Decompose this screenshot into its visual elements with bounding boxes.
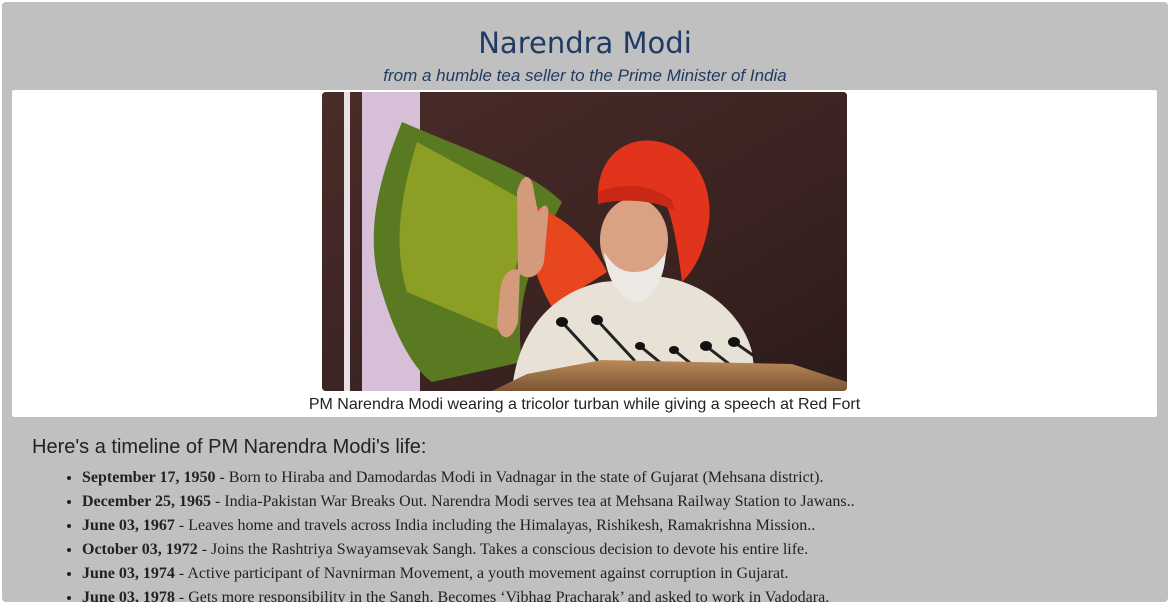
timeline-date: June 03, 1967 xyxy=(82,517,175,534)
timeline-date: September 17, 1950 xyxy=(82,469,216,486)
timeline-item: June 03, 1974 - Active participant of Na… xyxy=(82,562,1168,586)
timeline-text: - Joins the Rashtriya Swayamsevak Sangh.… xyxy=(197,541,809,558)
tribute-page: Narendra Modi from a humble tea seller t… xyxy=(2,2,1168,602)
timeline-date: June 03, 1974 xyxy=(82,565,175,582)
timeline-date: June 03, 1978 xyxy=(82,589,175,602)
timeline-section: Here's a timeline of PM Narendra Modi's … xyxy=(32,434,1168,602)
timeline-item: December 25, 1965 - India-Pakistan War B… xyxy=(82,490,1168,514)
timeline-text: - Born to Hiraba and Damodardas Modi in … xyxy=(215,469,824,486)
timeline-date: October 03, 1972 xyxy=(82,541,198,558)
page-subtitle: from a humble tea seller to the Prime Mi… xyxy=(383,66,787,85)
timeline-item: June 03, 1967 - Leaves home and travels … xyxy=(82,514,1168,538)
timeline-text: - Leaves home and travels across India i… xyxy=(174,517,816,534)
page-title: Narendra Modi xyxy=(478,26,692,60)
timeline-text: - Active participant of Navnirman Moveme… xyxy=(174,565,789,582)
timeline-list: September 17, 1950 - Born to Hiraba and … xyxy=(32,466,1168,602)
image-figure: PM Narendra Modi wearing a tricolor turb… xyxy=(12,90,1157,417)
tribute-photo xyxy=(322,92,847,391)
page-header: Narendra Modi from a humble tea seller t… xyxy=(2,2,1168,89)
timeline-heading: Here's a timeline of PM Narendra Modi's … xyxy=(32,436,427,458)
timeline-text: - Gets more responsibility in the Sangh.… xyxy=(174,589,830,602)
timeline-item: September 17, 1950 - Born to Hiraba and … xyxy=(82,466,1168,490)
timeline-date: December 25, 1965 xyxy=(82,493,211,510)
timeline-item: October 03, 1972 - Joins the Rashtriya S… xyxy=(82,538,1168,562)
image-caption: PM Narendra Modi wearing a tricolor turb… xyxy=(308,396,861,413)
timeline-text: - India-Pakistan War Breaks Out. Narendr… xyxy=(211,493,855,510)
